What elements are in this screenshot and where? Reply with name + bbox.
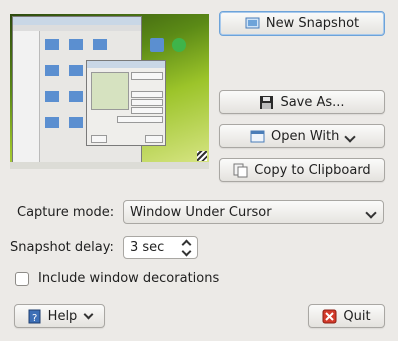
save-as-button[interactable]: Save As...: [219, 90, 385, 114]
snapshot-preview[interactable]: [10, 14, 209, 169]
copy-to-clipboard-label: Copy to Clipboard: [254, 162, 371, 178]
preview-taskbar: [10, 162, 209, 169]
help-label: Help: [47, 308, 78, 324]
include-decorations-checkbox[interactable]: [15, 272, 29, 286]
quit-button[interactable]: Quit: [308, 304, 385, 328]
new-snapshot-button[interactable]: New Snapshot: [219, 11, 385, 36]
camera-screen-icon: [245, 16, 260, 31]
open-with-button[interactable]: Open With: [219, 124, 385, 148]
open-with-icon: [250, 129, 265, 144]
chevron-down-icon: [83, 309, 94, 320]
chevron-down-icon: [365, 207, 377, 219]
help-button[interactable]: ? Help: [14, 304, 105, 328]
quit-icon: [322, 309, 337, 324]
save-as-label: Save As...: [280, 94, 345, 110]
include-decorations-label[interactable]: Include window decorations: [38, 271, 219, 286]
chevron-down-icon: [344, 131, 356, 143]
capture-mode-label: Capture mode:: [17, 205, 115, 220]
snapshot-delay-value: 3 sec: [130, 240, 165, 255]
floppy-disk-icon: [259, 95, 274, 110]
new-snapshot-label: New Snapshot: [265, 16, 360, 31]
svg-text:?: ?: [32, 313, 37, 324]
capture-mode-value: Window Under Cursor: [130, 204, 272, 220]
copy-to-clipboard-button[interactable]: Copy to Clipboard: [219, 158, 385, 182]
resize-grip-icon: [197, 151, 207, 161]
help-book-icon: ?: [27, 309, 42, 324]
capture-mode-select[interactable]: Window Under Cursor: [123, 200, 384, 224]
preview-snapshot-window: [86, 60, 166, 146]
spin-down-icon[interactable]: [181, 246, 192, 257]
clipboard-copy-icon: [233, 163, 248, 178]
snapshot-delay-spinbox[interactable]: 3 sec: [123, 236, 198, 259]
quit-label: Quit: [343, 308, 371, 324]
open-with-label: Open With: [271, 128, 340, 144]
snapshot-delay-label: Snapshot delay:: [10, 240, 114, 255]
